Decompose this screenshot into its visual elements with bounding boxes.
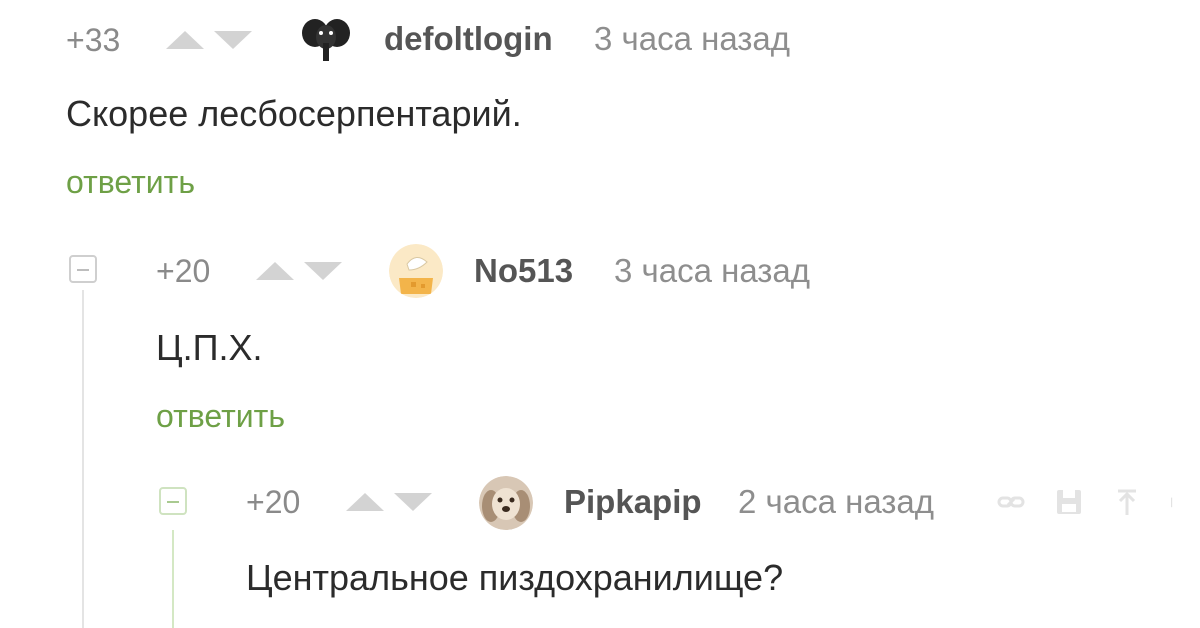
more-icon[interactable] <box>1170 487 1182 517</box>
link-icon[interactable] <box>996 487 1026 517</box>
elephant-avatar-icon <box>302 19 350 61</box>
vote-controls <box>256 262 342 280</box>
thread-line[interactable] <box>82 290 84 628</box>
comment-username[interactable]: Pipkapip <box>564 485 702 518</box>
comment-username[interactable]: No513 <box>474 254 573 287</box>
avatar[interactable] <box>389 244 443 298</box>
comment-text: Ц.П.Х. <box>156 327 263 368</box>
comment-rating: +20 <box>246 484 301 520</box>
comment-text: Центральное пиздохранилище? <box>246 557 784 598</box>
comment-rating: +20 <box>156 253 211 289</box>
save-icon[interactable] <box>1054 487 1084 517</box>
comment-rating: +33 <box>66 22 121 58</box>
downvote-icon[interactable] <box>214 31 252 49</box>
comment-tools <box>996 487 1182 517</box>
downvote-icon[interactable] <box>304 262 342 280</box>
comment-time[interactable]: 3 часа назад <box>594 22 790 55</box>
comment-time[interactable]: 3 часа назад <box>614 254 810 287</box>
comment-text: Скорее лесбосерпентарий. <box>66 93 522 134</box>
reply-link[interactable]: ответить <box>156 400 285 432</box>
reply-link[interactable]: ответить <box>66 166 195 198</box>
share-icon[interactable] <box>1112 487 1142 517</box>
thread-line[interactable] <box>172 530 174 628</box>
dog-avatar-icon <box>479 476 533 530</box>
vote-controls <box>166 31 252 49</box>
upvote-icon[interactable] <box>256 262 294 280</box>
avatar-image-icon <box>389 244 443 298</box>
upvote-icon[interactable] <box>166 31 204 49</box>
avatar[interactable] <box>299 13 353 67</box>
comment-time[interactable]: 2 часа назад <box>738 485 934 518</box>
upvote-icon[interactable] <box>346 493 384 511</box>
avatar[interactable] <box>479 476 533 530</box>
downvote-icon[interactable] <box>394 493 432 511</box>
collapse-thread-icon[interactable] <box>159 487 187 515</box>
vote-controls <box>346 493 432 511</box>
collapse-thread-icon[interactable] <box>69 255 97 283</box>
comment-username[interactable]: defoltlogin <box>384 22 553 55</box>
